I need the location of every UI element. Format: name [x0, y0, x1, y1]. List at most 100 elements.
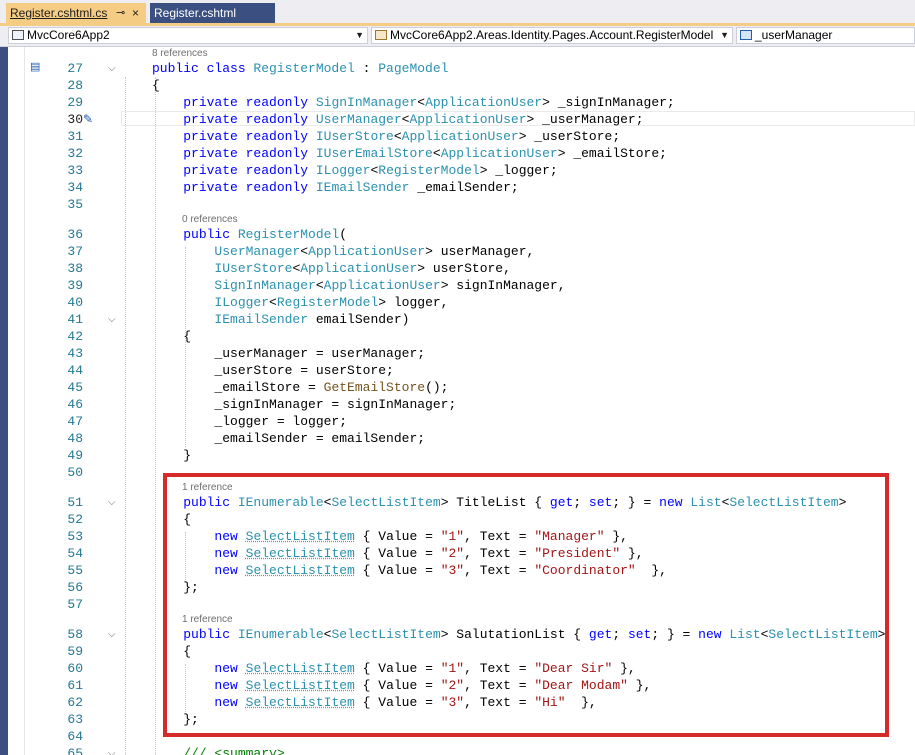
line-number: 32	[67, 146, 83, 161]
code-line[interactable]: 46 _signInManager = signInManager;	[0, 396, 915, 413]
chevron-down-icon: ▼	[720, 30, 729, 40]
code-line[interactable]: 41 ⌵ IEmailSender emailSender)	[0, 311, 915, 328]
fold-chevron-icon[interactable]: ⌵	[108, 63, 116, 74]
code-token: private readonly	[183, 163, 316, 178]
member-dropdown[interactable]: _userManager	[736, 27, 915, 44]
code-text: SignInManager<ApplicationUser> signInMan…	[152, 277, 566, 294]
line-number: 34	[67, 180, 83, 195]
code-token: UserManager	[214, 244, 301, 259]
codelens-references[interactable]: 8 references	[152, 47, 208, 61]
type-name: MvcCore6App2.Areas.Identity.Pages.Accoun…	[390, 28, 714, 42]
code-line[interactable]: 32 private readonly IUserEmailStore<Appl…	[0, 145, 915, 162]
code-text: private readonly IUserEmailStore<Applica…	[152, 145, 667, 162]
code-line[interactable]: 38 IUserStore<ApplicationUser> userStore…	[0, 260, 915, 277]
line-number: 40	[67, 295, 83, 310]
line-number: 53	[67, 529, 83, 544]
code-token: ApplicationUser	[425, 95, 543, 110]
line-number: 43	[67, 346, 83, 361]
line-number: 62	[67, 695, 83, 710]
code-text: /// <summary>	[152, 745, 284, 755]
code-token: > _userManager;	[526, 112, 644, 127]
code-text: public class RegisterModel : PageModel	[152, 60, 448, 77]
code-token: _emailSender;	[409, 180, 519, 195]
field-icon	[740, 30, 752, 40]
code-line[interactable]: 39 SignInManager<ApplicationUser> signIn…	[0, 277, 915, 294]
code-token: ApplicationUser	[300, 261, 418, 276]
close-icon[interactable]: ×	[132, 3, 139, 23]
document-tab-strip: Register.cshtml.cs ⊸ × Register.cshtml	[0, 0, 915, 26]
fold-chevron-icon[interactable]: ⌵	[108, 497, 116, 508]
code-token: _signInManager = signInManager;	[152, 397, 457, 412]
line-number: 41	[67, 312, 83, 327]
code-token: > signInManager,	[440, 278, 566, 293]
line-number: 61	[67, 678, 83, 693]
code-line[interactable]: 47 _logger = logger;	[0, 413, 915, 430]
type-dropdown[interactable]: MvcCore6App2.Areas.Identity.Pages.Accoun…	[371, 27, 733, 44]
code-text: _emailSender = emailSender;	[152, 430, 425, 447]
code-line[interactable]: 45 _emailStore = GetEmailStore();	[0, 379, 915, 396]
tab-register-cshtml[interactable]: Register.cshtml	[150, 3, 275, 23]
line-number: 31	[67, 129, 83, 144]
code-line[interactable]: 48 _emailSender = emailSender;	[0, 430, 915, 447]
line-number: 59	[67, 644, 83, 659]
line-number: 39	[67, 278, 83, 293]
line-number: 64	[67, 729, 83, 744]
project-dropdown[interactable]: MvcCore6App2 ▼	[8, 27, 368, 44]
code-token: IUserEmailStore	[315, 146, 433, 161]
code-token: <	[315, 278, 324, 293]
codelens-references[interactable]: 0 references	[182, 213, 238, 227]
code-text: IEmailSender emailSender)	[152, 311, 409, 328]
code-token: > userStore,	[417, 261, 511, 276]
code-line[interactable]: 42 {	[0, 328, 915, 345]
code-text: public RegisterModel(	[152, 226, 347, 243]
line-number: 50	[67, 465, 83, 480]
code-token: private readonly	[183, 129, 316, 144]
code-line[interactable]: 65 ⌵ /// <summary>	[0, 745, 915, 755]
code-line[interactable]: 30 private readonly UserManager<Applicat…	[0, 111, 915, 128]
code-token: ApplicationUser	[401, 129, 519, 144]
code-line[interactable]: 27 ⌵ public class RegisterModel : PageMode…	[0, 60, 915, 77]
code-token: > _signInManager;	[542, 95, 675, 110]
code-line[interactable]: 34 private readonly IEmailSender _emailS…	[0, 179, 915, 196]
code-editor[interactable]: ▤ ✎ 8 references 0 references 1 referenc…	[0, 47, 915, 755]
pin-icon[interactable]: ⊸	[116, 3, 125, 23]
code-token: _emailSender = emailSender;	[152, 431, 426, 446]
code-token: PageModel	[378, 61, 449, 76]
line-number: 49	[67, 448, 83, 463]
line-number: 28	[67, 78, 83, 93]
code-text: _logger = logger;	[152, 413, 347, 430]
tab-label: Register.cshtml	[154, 6, 237, 20]
code-token: ApplicationUser	[440, 146, 558, 161]
line-number: 30	[67, 112, 83, 127]
code-token: <	[432, 146, 441, 161]
line-number: 52	[67, 512, 83, 527]
line-number: 58	[67, 627, 83, 642]
code-line[interactable]: 28 {	[0, 77, 915, 94]
line-number: 54	[67, 546, 83, 561]
code-line[interactable]: 44 _userStore = userStore;	[0, 362, 915, 379]
code-line[interactable]: 40 ILogger<RegisterModel> logger,	[0, 294, 915, 311]
line-number: 38	[67, 261, 83, 276]
code-token: {	[152, 78, 160, 93]
fold-chevron-icon[interactable]: ⌵	[108, 748, 116, 755]
code-line[interactable]: 37 UserManager<ApplicationUser> userMana…	[0, 243, 915, 260]
code-line[interactable]: 49 }	[0, 447, 915, 464]
code-token: emailSender)	[308, 312, 410, 327]
code-text: UserManager<ApplicationUser> userManager…	[152, 243, 534, 260]
tab-register-cshtml-cs[interactable]: Register.cshtml.cs ⊸ ×	[6, 3, 146, 23]
code-line[interactable]: 36 public RegisterModel(	[0, 226, 915, 243]
line-number: 47	[67, 414, 83, 429]
chevron-down-icon: ▼	[355, 30, 364, 40]
code-line[interactable]: 31 private readonly IUserStore<Applicati…	[0, 128, 915, 145]
fold-chevron-icon[interactable]: ⌵	[108, 314, 116, 325]
code-line[interactable]: 35	[0, 196, 915, 213]
code-line[interactable]: 33 private readonly ILogger<RegisterMode…	[0, 162, 915, 179]
code-token: _logger = logger;	[152, 414, 348, 429]
code-line[interactable]: 29 private readonly SignInManager<Applic…	[0, 94, 915, 111]
code-line[interactable]: 43 _userManager = userManager;	[0, 345, 915, 362]
fold-chevron-icon[interactable]: ⌵	[108, 629, 116, 640]
code-text: {	[152, 328, 191, 345]
